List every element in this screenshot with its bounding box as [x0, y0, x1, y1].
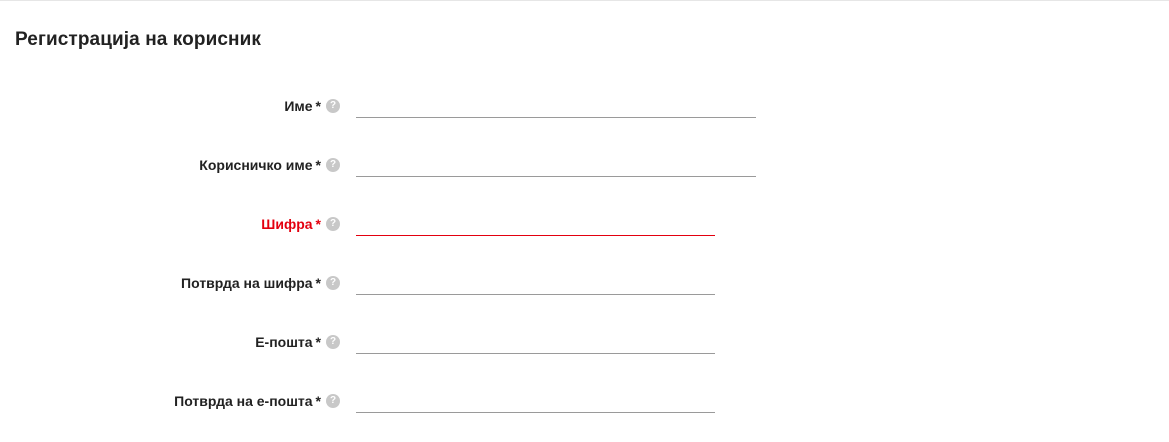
page-title: Регистрација на корисник [15, 29, 261, 50]
field-row-email: Е-пошта * ? [0, 332, 1169, 362]
field-row-username: Корисничко име * ? [0, 155, 1169, 185]
field-row-confirm-password: Потврда на шифра * ? [0, 273, 1169, 303]
required-mark: * [315, 98, 321, 114]
help-icon[interactable]: ? [326, 276, 340, 290]
first-name-label-text: Име [284, 98, 313, 114]
required-mark: * [315, 216, 321, 232]
field-row-confirm-email: Потврда на е-пошта * ? [0, 391, 1169, 421]
confirm-email-label: Потврда на е-пошта * [174, 393, 321, 409]
confirm-email-input[interactable] [356, 391, 715, 413]
help-icon[interactable]: ? [326, 335, 340, 349]
confirm-password-input[interactable] [356, 273, 715, 295]
password-input[interactable] [356, 214, 715, 236]
password-label: Шифра * [261, 216, 321, 232]
username-label: Корисничко име * [199, 157, 321, 173]
required-mark: * [315, 157, 321, 173]
email-input[interactable] [356, 332, 715, 354]
help-icon[interactable]: ? [326, 217, 340, 231]
first-name-input[interactable] [356, 96, 756, 118]
username-input[interactable] [356, 155, 756, 177]
field-row-password: Шифра * ? [0, 214, 1169, 244]
help-icon[interactable]: ? [326, 99, 340, 113]
confirm-email-label-text: Потврда на е-пошта [174, 393, 313, 409]
registration-page: Регистрација на корисник Име * ? Кориснич… [0, 0, 1169, 442]
confirm-password-label: Потврда на шифра * [181, 275, 321, 291]
username-label-text: Корисничко име [199, 157, 313, 173]
help-icon[interactable]: ? [326, 394, 340, 408]
password-label-text: Шифра [261, 216, 313, 232]
field-row-first-name: Име * ? [0, 96, 1169, 126]
email-label-text: Е-пошта [255, 334, 313, 350]
required-mark: * [315, 334, 321, 350]
required-mark: * [315, 275, 321, 291]
help-icon[interactable]: ? [326, 158, 340, 172]
confirm-password-label-text: Потврда на шифра [181, 275, 313, 291]
email-label: Е-пошта * [255, 334, 321, 350]
required-mark: * [315, 393, 321, 409]
first-name-label: Име * [284, 98, 321, 114]
